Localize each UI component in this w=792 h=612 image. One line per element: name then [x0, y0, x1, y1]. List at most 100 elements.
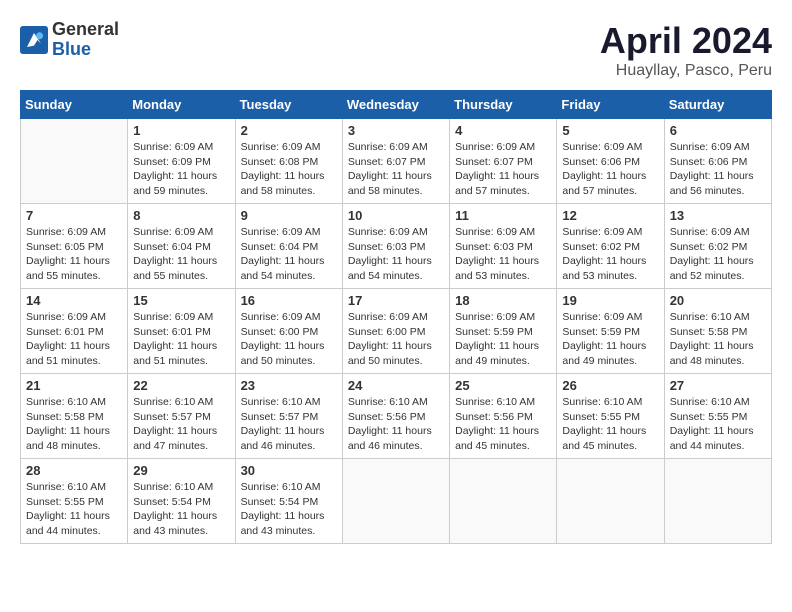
calendar-row: 1Sunrise: 6:09 AM Sunset: 6:09 PM Daylig…	[21, 119, 772, 204]
table-row: 23Sunrise: 6:10 AM Sunset: 5:57 PM Dayli…	[235, 374, 342, 459]
day-detail: Sunrise: 6:09 AM Sunset: 6:08 PM Dayligh…	[241, 140, 337, 199]
table-row: 25Sunrise: 6:10 AM Sunset: 5:56 PM Dayli…	[450, 374, 557, 459]
table-row: 28 Sunrise: 6:10 AM Sunset: 5:55 PM Dayli…	[21, 459, 128, 544]
day-number: 4	[455, 123, 551, 138]
weekday-header-cell: Saturday	[664, 91, 771, 119]
day-number: 11	[455, 208, 551, 223]
day-detail: Sunrise: 6:10 AM Sunset: 5:54 PM Dayligh…	[241, 480, 337, 539]
day-detail: Sunrise: 6:09 AM Sunset: 6:03 PM Dayligh…	[348, 225, 444, 284]
table-row: 29Sunrise: 6:10 AM Sunset: 5:54 PM Dayli…	[128, 459, 235, 544]
day-detail: Sunrise: 6:10 AM Sunset: 5:56 PM Dayligh…	[348, 395, 444, 454]
day-detail: Sunrise: 6:09 AM Sunset: 6:06 PM Dayligh…	[670, 140, 766, 199]
table-row: 5 Sunrise: 6:09 AM Sunset: 6:06 PM Daylig…	[557, 119, 664, 204]
table-row: 12 Sunrise: 6:09 AM Sunset: 6:02 PM Dayli…	[557, 204, 664, 289]
table-row: 7 Sunrise: 6:09 AM Sunset: 6:05 PM Daylig…	[21, 204, 128, 289]
day-number: 6	[670, 123, 766, 138]
title-area: April 2024 Huayllay, Pasco, Peru	[600, 20, 772, 80]
day-detail: Sunrise: 6:10 AM Sunset: 5:55 PM Dayligh…	[562, 395, 658, 454]
day-number: 2	[241, 123, 337, 138]
table-row: 26 Sunrise: 6:10 AM Sunset: 5:55 PM Dayli…	[557, 374, 664, 459]
table-row: 2 Sunrise: 6:09 AM Sunset: 6:08 PM Daylig…	[235, 119, 342, 204]
logo-general-label: General	[52, 20, 119, 40]
day-detail: Sunrise: 6:09 AM Sunset: 6:00 PM Dayligh…	[241, 310, 337, 369]
table-row: 21 Sunrise: 6:10 AM Sunset: 5:58 PM Dayli…	[21, 374, 128, 459]
weekday-header-cell: Monday	[128, 91, 235, 119]
day-number: 17	[348, 293, 444, 308]
location-label: Huayllay, Pasco, Peru	[600, 62, 772, 80]
weekday-header-cell: Friday	[557, 91, 664, 119]
day-detail: Sunrise: 6:10 AM Sunset: 5:57 PM Dayligh…	[133, 395, 229, 454]
day-number: 15	[133, 293, 229, 308]
month-title: April 2024	[600, 20, 772, 62]
day-detail: Sunrise: 6:09 AM Sunset: 5:59 PM Dayligh…	[455, 310, 551, 369]
day-detail: Sunrise: 6:09 AM Sunset: 6:07 PM Dayligh…	[348, 140, 444, 199]
day-detail: Sunrise: 6:09 AM Sunset: 6:04 PM Dayligh…	[241, 225, 337, 284]
table-row: 9Sunrise: 6:09 AM Sunset: 6:04 PM Daylig…	[235, 204, 342, 289]
day-number: 16	[241, 293, 337, 308]
table-row: 10Sunrise: 6:09 AM Sunset: 6:03 PM Dayli…	[342, 204, 449, 289]
day-detail: Sunrise: 6:10 AM Sunset: 5:58 PM Dayligh…	[670, 310, 766, 369]
day-number: 26	[562, 378, 658, 393]
weekday-header-cell: Sunday	[21, 91, 128, 119]
day-number: 24	[348, 378, 444, 393]
day-number: 19	[562, 293, 658, 308]
table-row	[450, 459, 557, 544]
calendar-table: SundayMondayTuesdayWednesdayThursdayFrid…	[20, 90, 772, 544]
day-detail: Sunrise: 6:10 AM Sunset: 5:58 PM Dayligh…	[26, 395, 122, 454]
table-row	[342, 459, 449, 544]
logo-icon	[20, 26, 48, 54]
day-number: 1	[133, 123, 229, 138]
table-row: 6 Sunrise: 6:09 AM Sunset: 6:06 PM Daylig…	[664, 119, 771, 204]
table-row: 20 Sunrise: 6:10 AM Sunset: 5:58 PM Dayli…	[664, 289, 771, 374]
day-number: 25	[455, 378, 551, 393]
table-row	[664, 459, 771, 544]
day-detail: Sunrise: 6:09 AM Sunset: 6:05 PM Dayligh…	[26, 225, 122, 284]
day-detail: Sunrise: 6:10 AM Sunset: 5:55 PM Dayligh…	[26, 480, 122, 539]
table-row: 11Sunrise: 6:09 AM Sunset: 6:03 PM Dayli…	[450, 204, 557, 289]
day-detail: Sunrise: 6:10 AM Sunset: 5:54 PM Dayligh…	[133, 480, 229, 539]
day-detail: Sunrise: 6:10 AM Sunset: 5:55 PM Dayligh…	[670, 395, 766, 454]
day-detail: Sunrise: 6:09 AM Sunset: 6:06 PM Dayligh…	[562, 140, 658, 199]
table-row: 17 Sunrise: 6:09 AM Sunset: 6:00 PM Dayli…	[342, 289, 449, 374]
day-number: 21	[26, 378, 122, 393]
day-detail: Sunrise: 6:10 AM Sunset: 5:57 PM Dayligh…	[241, 395, 337, 454]
calendar-row: 21 Sunrise: 6:10 AM Sunset: 5:58 PM Dayli…	[21, 374, 772, 459]
table-row: 3 Sunrise: 6:09 AM Sunset: 6:07 PM Daylig…	[342, 119, 449, 204]
day-number: 13	[670, 208, 766, 223]
calendar-row: 14 Sunrise: 6:09 AM Sunset: 6:01 PM Dayli…	[21, 289, 772, 374]
table-row: 14 Sunrise: 6:09 AM Sunset: 6:01 PM Dayli…	[21, 289, 128, 374]
day-detail: Sunrise: 6:09 AM Sunset: 6:02 PM Dayligh…	[562, 225, 658, 284]
weekday-header-cell: Thursday	[450, 91, 557, 119]
table-row: 15Sunrise: 6:09 AM Sunset: 6:01 PM Dayli…	[128, 289, 235, 374]
calendar-body: 1Sunrise: 6:09 AM Sunset: 6:09 PM Daylig…	[21, 119, 772, 544]
day-number: 28	[26, 463, 122, 478]
day-number: 14	[26, 293, 122, 308]
day-number: 8	[133, 208, 229, 223]
table-row	[21, 119, 128, 204]
day-number: 22	[133, 378, 229, 393]
day-number: 30	[241, 463, 337, 478]
table-row: 8 Sunrise: 6:09 AM Sunset: 6:04 PM Daylig…	[128, 204, 235, 289]
table-row: 27 Sunrise: 6:10 AM Sunset: 5:55 PM Dayli…	[664, 374, 771, 459]
day-number: 7	[26, 208, 122, 223]
weekday-header-cell: Wednesday	[342, 91, 449, 119]
table-row: 13Sunrise: 6:09 AM Sunset: 6:02 PM Dayli…	[664, 204, 771, 289]
day-detail: Sunrise: 6:09 AM Sunset: 6:04 PM Dayligh…	[133, 225, 229, 284]
table-row: 22 Sunrise: 6:10 AM Sunset: 5:57 PM Dayli…	[128, 374, 235, 459]
day-number: 12	[562, 208, 658, 223]
day-number: 5	[562, 123, 658, 138]
table-row: 16 Sunrise: 6:09 AM Sunset: 6:00 PM Dayli…	[235, 289, 342, 374]
day-number: 27	[670, 378, 766, 393]
day-detail: Sunrise: 6:09 AM Sunset: 6:01 PM Dayligh…	[26, 310, 122, 369]
day-number: 3	[348, 123, 444, 138]
page-header: General Blue April 2024 Huayllay, Pasco,…	[20, 20, 772, 80]
logo: General Blue	[20, 20, 119, 60]
table-row: 18Sunrise: 6:09 AM Sunset: 5:59 PM Dayli…	[450, 289, 557, 374]
day-detail: Sunrise: 6:09 AM Sunset: 6:07 PM Dayligh…	[455, 140, 551, 199]
weekday-header-row: SundayMondayTuesdayWednesdayThursdayFrid…	[21, 91, 772, 119]
day-detail: Sunrise: 6:09 AM Sunset: 5:59 PM Dayligh…	[562, 310, 658, 369]
table-row: 30 Sunrise: 6:10 AM Sunset: 5:54 PM Dayli…	[235, 459, 342, 544]
logo-text: General Blue	[52, 20, 119, 60]
day-detail: Sunrise: 6:09 AM Sunset: 6:00 PM Dayligh…	[348, 310, 444, 369]
day-number: 20	[670, 293, 766, 308]
